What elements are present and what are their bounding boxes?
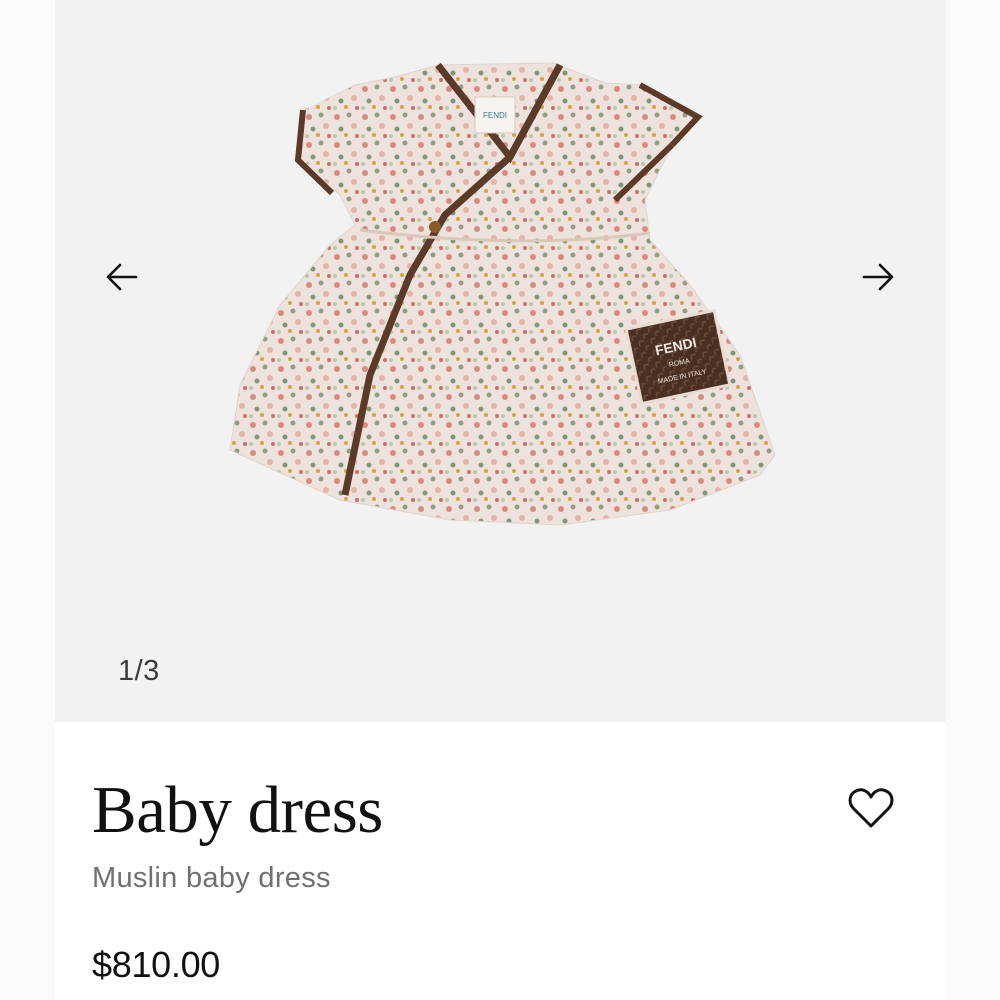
wishlist-button[interactable] [843,780,899,836]
product-info-panel: Baby dress Muslin baby dress $810.00 [55,722,946,1000]
product-subtitle: Muslin baby dress [92,862,331,894]
heart-icon [848,788,894,828]
product-image: FENDI FENDI ROMA MADE IN ITALY [229,62,776,526]
page-margin-left [0,0,55,1000]
product-image-gallery[interactable]: FENDI FENDI ROMA MADE IN ITALY 1/3 [55,0,946,722]
previous-image-button[interactable] [100,255,144,299]
next-image-button[interactable] [856,255,900,299]
arrow-left-icon [106,263,138,291]
image-counter: 1/3 [118,655,160,687]
product-title: Baby dress [92,773,383,847]
page-margin-right [946,0,1000,1000]
label-tag-text: FENDI [483,111,507,120]
product-price: $810.00 [92,944,221,985]
arrow-right-icon [862,263,894,291]
